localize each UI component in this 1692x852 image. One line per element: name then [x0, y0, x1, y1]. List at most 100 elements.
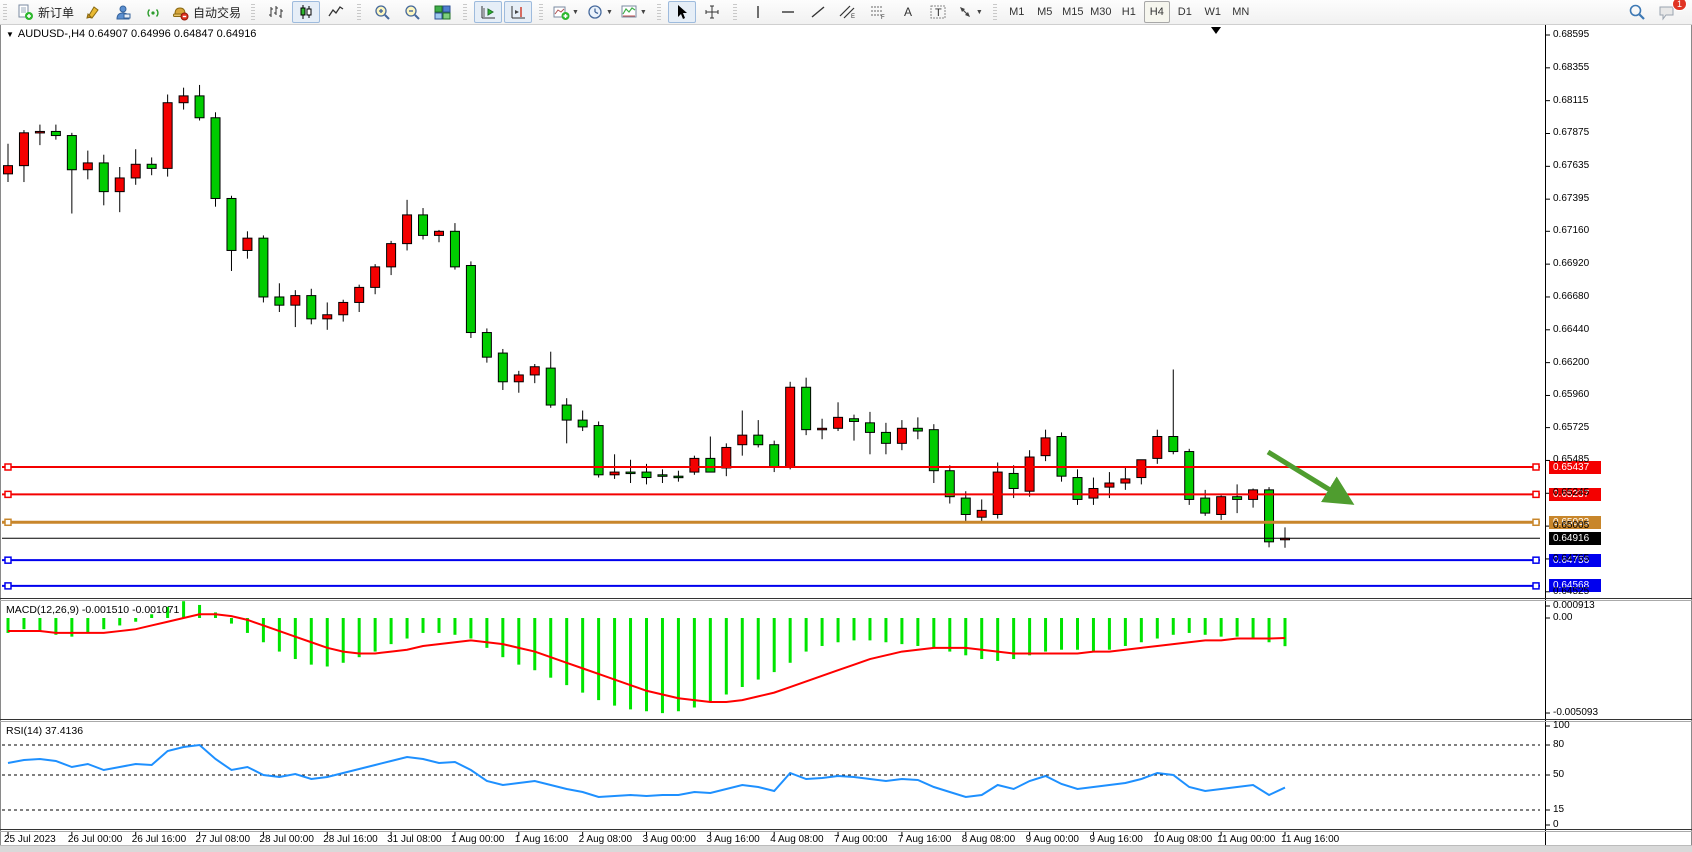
zoom-group — [364, 0, 460, 24]
timeframe-d1-button[interactable]: D1 — [1172, 1, 1198, 23]
toolbar-grip[interactable] — [357, 4, 361, 20]
market-watch-button[interactable] — [79, 1, 107, 23]
new-order-icon — [17, 4, 34, 21]
tile-windows-icon — [434, 4, 451, 21]
candle-body — [211, 118, 220, 199]
level-handle[interactable] — [5, 491, 11, 497]
chart-type-group — [258, 0, 354, 24]
level-handle[interactable] — [1533, 583, 1539, 589]
timeframe-w1-button[interactable]: W1 — [1200, 1, 1226, 23]
vertical-line-icon — [751, 4, 765, 20]
text-label-button[interactable]: T — [924, 1, 952, 23]
horizontal-line-button[interactable] — [774, 1, 802, 23]
cursor-button[interactable] — [668, 1, 696, 23]
timeframe-h1-button[interactable]: H1 — [1116, 1, 1142, 23]
timeframe-m5-button[interactable]: M5 — [1032, 1, 1058, 23]
community-button[interactable] — [109, 1, 137, 23]
level-handle[interactable] — [1533, 464, 1539, 470]
candle-body — [562, 405, 571, 420]
candle-body — [1217, 497, 1226, 515]
crosshair-button[interactable] — [698, 1, 726, 23]
chat-button[interactable]: 1 — [1653, 1, 1681, 23]
candle-body — [865, 423, 874, 433]
text-button[interactable]: A — [894, 1, 922, 23]
periods-button[interactable]: ▼ — [584, 1, 616, 23]
auto-scroll-button[interactable] — [474, 1, 502, 23]
candle-body — [259, 238, 268, 297]
toolbar-grip[interactable] — [251, 4, 255, 20]
candle-body — [1169, 437, 1178, 452]
search-button[interactable] — [1623, 1, 1651, 23]
toolbar-grip[interactable] — [657, 4, 661, 20]
zoom-in-button[interactable] — [368, 1, 396, 23]
timeframe-h4-button[interactable]: H4 — [1144, 1, 1170, 23]
svg-text:A: A — [904, 5, 912, 19]
signals-button[interactable] — [139, 1, 167, 23]
mt4-window: 新订单 — [0, 0, 1692, 852]
toolbar: 新订单 — [0, 0, 1692, 25]
timeframe-m30-button[interactable]: M30 — [1088, 1, 1114, 23]
autotrading-button[interactable]: 自动交易 — [169, 1, 244, 23]
zoom-out-button[interactable] — [398, 1, 426, 23]
candle-body — [195, 96, 204, 118]
templates-button[interactable]: ▼ — [618, 1, 650, 23]
candle-body — [434, 231, 443, 235]
candle-body — [450, 231, 459, 267]
toolbar-grip[interactable] — [3, 4, 7, 20]
candle-body — [738, 435, 747, 445]
dropdown-arrow-icon: ▼ — [572, 9, 579, 16]
candle-body — [275, 297, 284, 305]
level-handle[interactable] — [5, 519, 11, 525]
candle-body — [115, 178, 124, 192]
timeframe-m15-button[interactable]: M15 — [1060, 1, 1086, 23]
vertical-line-button[interactable] — [744, 1, 772, 23]
tile-windows-button[interactable] — [428, 1, 456, 23]
candle-body — [770, 445, 779, 467]
candle-body — [131, 164, 140, 178]
lines-group: E F A T — [740, 0, 990, 24]
timeframe-mn-button[interactable]: MN — [1228, 1, 1254, 23]
toolbar-grip[interactable] — [733, 4, 737, 20]
candle-body — [754, 435, 763, 445]
indicators-button[interactable]: ▼ — [550, 1, 582, 23]
candle-body — [1105, 483, 1114, 487]
community-icon — [115, 4, 132, 21]
candle-body — [307, 296, 316, 319]
new-order-button[interactable]: 新订单 — [14, 1, 77, 23]
arrows-tool-button[interactable]: ▼ — [954, 1, 986, 23]
candlestick-chart-button[interactable] — [292, 1, 320, 23]
candle-body — [1089, 488, 1098, 498]
chart-canvas[interactable] — [0, 0, 1692, 852]
level-handle[interactable] — [1533, 491, 1539, 497]
candle-body — [1057, 437, 1066, 477]
toolbar-grip[interactable] — [539, 4, 543, 20]
fibonacci-button[interactable]: F — [864, 1, 892, 23]
level-handle[interactable] — [5, 557, 11, 563]
candle-body — [323, 315, 332, 319]
timeframe-m1-button[interactable]: M1 — [1004, 1, 1030, 23]
toolbar-grip[interactable] — [993, 4, 997, 20]
toolbar-grip[interactable] — [463, 4, 467, 20]
candle-body — [993, 472, 1002, 514]
level-handle[interactable] — [5, 464, 11, 470]
level-handle[interactable] — [1533, 557, 1539, 563]
trendline-button[interactable] — [804, 1, 832, 23]
candle-body — [977, 510, 986, 517]
channel-button[interactable]: E — [834, 1, 862, 23]
candle-body — [387, 244, 396, 267]
candle-body — [1233, 497, 1242, 500]
candle-body — [371, 267, 380, 288]
level-handle[interactable] — [5, 583, 11, 589]
level-handle[interactable] — [1533, 519, 1539, 525]
line-chart-button[interactable] — [322, 1, 350, 23]
bar-chart-button[interactable] — [262, 1, 290, 23]
candle-body — [546, 368, 555, 405]
candle-body — [818, 428, 827, 430]
toolbar-right: 1 — [1622, 1, 1692, 23]
candle-body — [578, 420, 587, 427]
candle-body — [1025, 457, 1034, 491]
candle-body — [1185, 452, 1194, 500]
chart-shift-icon — [510, 4, 527, 21]
candle-body — [642, 472, 651, 477]
chart-shift-button[interactable] — [504, 1, 532, 23]
